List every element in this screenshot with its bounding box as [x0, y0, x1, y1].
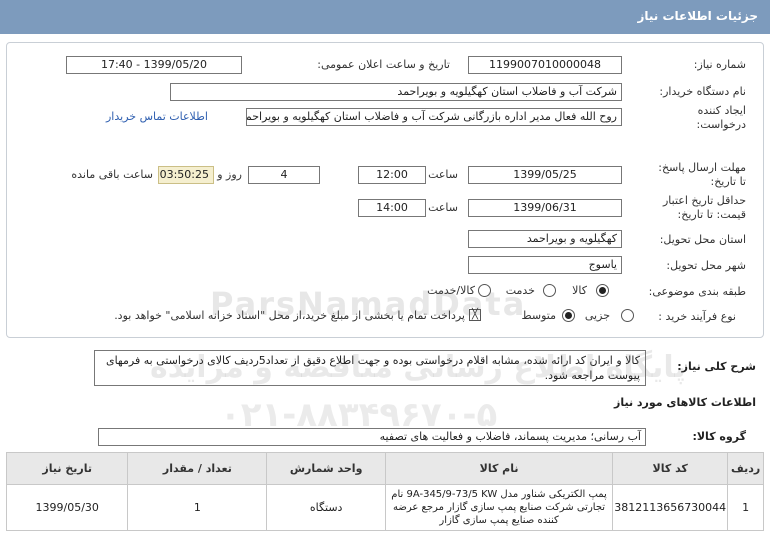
goods-group-label: گروه کالا:	[692, 430, 746, 443]
category-service-radio[interactable]	[543, 284, 556, 297]
creator-field: روح الله فعال مدیر اداره بازرگانی شرکت آ…	[246, 108, 622, 126]
remaining-label: ساعت باقی مانده	[71, 168, 153, 181]
cell-name: پمپ الکتریکی شناور مدل 9A-345/9-73/5 KW …	[384, 484, 614, 531]
validity-time-field: 14:00	[358, 199, 426, 217]
remaining-days-field: 4	[248, 166, 320, 184]
announce-date-field: 1399/05/20 - 17:40	[66, 56, 242, 74]
city-label: شهر محل تحویل:	[666, 259, 746, 272]
validity-date-field: 1399/06/31	[468, 199, 622, 217]
cell-date: 1399/05/30	[5, 484, 129, 531]
goods-table: ردیف کد کالا نام کالا واحد شمارش تعداد /…	[5, 452, 764, 531]
process-medium-radio[interactable]	[562, 309, 575, 322]
col-name: نام کالا	[384, 452, 614, 485]
col-row: ردیف	[727, 452, 764, 485]
deadline-label-line2: تا تاریخ:	[710, 175, 746, 188]
process-label: نوع فرآیند خرید :	[658, 310, 736, 323]
buyer-contact-link[interactable]: اطلاعات تماس خریدار	[106, 110, 208, 123]
creator-label-line1: ایجاد کننده	[697, 104, 746, 117]
description-label: شرح کلی نیاز:	[677, 360, 756, 373]
page-header: جزئیات اطلاعات نیاز	[0, 0, 770, 34]
remaining-time-field: 03:50:25	[158, 166, 214, 184]
province-label: استان محل تحویل:	[659, 233, 746, 246]
deadline-date-field: 1399/05/25	[468, 166, 622, 184]
cell-unit: دستگاه	[266, 484, 386, 531]
buyer-field: شرکت آب و فاضلاب استان کهگیلویه و بویراح…	[170, 83, 622, 101]
category-goods-label: کالا	[572, 284, 587, 297]
process-medium-label: متوسط	[521, 309, 556, 322]
col-qty: تعداد / مقدار	[127, 452, 268, 485]
category-goods-radio[interactable]	[596, 284, 609, 297]
day-and-label: روز و	[217, 168, 242, 181]
process-partial-label: جزیی	[584, 309, 610, 322]
deadline-time-label: ساعت	[428, 168, 458, 181]
table-row[interactable]: 1 3812113656730044 پمپ الکتریکی شناور مد…	[5, 484, 764, 531]
goods-table-header: ردیف کد کالا نام کالا واحد شمارش تعداد /…	[5, 452, 764, 485]
watermark-phone: ۰۲۱-۸۸۳۴۹۶۷۰-۵	[220, 395, 498, 435]
cell-qty: 1	[127, 484, 268, 531]
buyer-label: نام دستگاه خریدار:	[659, 85, 746, 98]
validity-time-label: ساعت	[428, 201, 458, 214]
col-unit: واحد شمارش	[266, 452, 386, 485]
col-date: تاریخ نیاز	[5, 452, 129, 485]
category-label: طبقه بندی موضوعی:	[648, 285, 746, 298]
watermark-subtitle: پایگاه اطلاع رسانی مناقصه و مزایده	[150, 350, 686, 385]
province-field: کهگیلویه و بویراحمد	[468, 230, 622, 248]
watermark-brand: ParsNamadData	[210, 285, 527, 323]
need-number-field: 1199007010000048	[468, 56, 622, 74]
page-title: جزئیات اطلاعات نیاز	[637, 9, 758, 23]
cell-code: 3812113656730044	[612, 484, 729, 531]
creator-label-line2: درخواست:	[696, 118, 746, 131]
process-partial-radio[interactable]	[621, 309, 634, 322]
goods-section-title: اطلاعات کالاهای مورد نیاز	[614, 396, 756, 409]
need-number-label: شماره نیاز:	[693, 58, 746, 71]
cell-row: 1	[727, 484, 764, 531]
validity-label-line1: حداقل تاریخ اعتبار	[662, 194, 746, 207]
validity-label-line2: قیمت: تا تاریخ:	[677, 208, 746, 221]
announce-label: تاریخ و ساعت اعلان عمومی:	[317, 58, 450, 71]
city-field: یاسوج	[468, 256, 622, 274]
deadline-label-line1: مهلت ارسال پاسخ:	[658, 161, 746, 174]
deadline-time-field: 12:00	[358, 166, 426, 184]
col-code: کد کالا	[612, 452, 729, 485]
